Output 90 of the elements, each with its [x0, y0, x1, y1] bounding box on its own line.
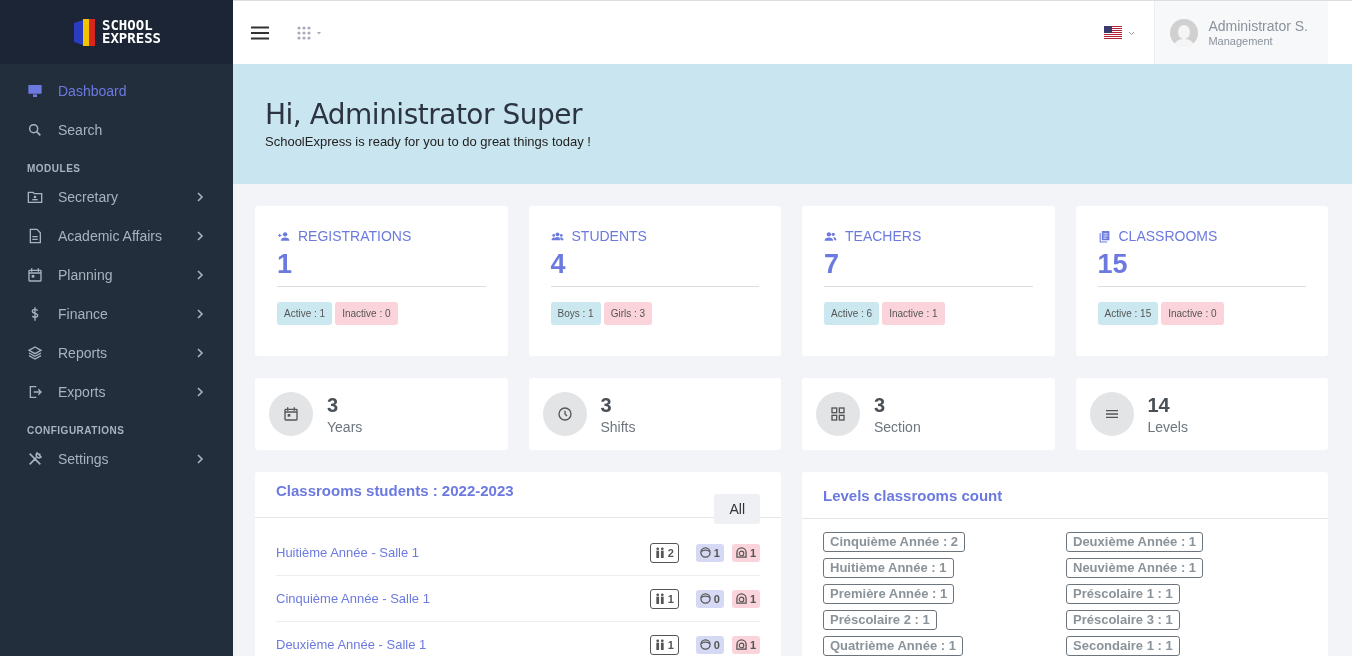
- summary-value: 3: [600, 393, 613, 417]
- level-count-tag: Huitième Année : 1: [823, 558, 954, 578]
- greeting-subtitle: SchoolExpress is ready for you to do great things today !: [265, 134, 592, 149]
- calendar-icon: [27, 266, 43, 283]
- tools-icon: [27, 450, 43, 467]
- level-count-tag: Cinquième Année : 2: [823, 532, 966, 552]
- stat-value: 4: [550, 249, 759, 287]
- count-badge: Inactive : 0: [1161, 302, 1224, 325]
- summary-value: 14: [1147, 393, 1171, 417]
- panel-title: Levels classrooms count: [823, 486, 1003, 504]
- classroom-link[interactable]: Huitième Année - Salle 1: [276, 545, 642, 560]
- level-count-tag: Première Année : 1: [823, 584, 955, 604]
- card-title: CLASSROOMS: [1118, 228, 1218, 244]
- grid-icon: [830, 406, 846, 422]
- people-icon: [824, 229, 837, 243]
- summary-label: Levels: [1147, 418, 1188, 435]
- panel-title: Classrooms students : 2022-2023: [276, 482, 514, 499]
- level-count-tag: Secondaire 1 : 1: [1066, 636, 1180, 656]
- classroom-link[interactable]: Cinquième Année - Salle 1: [276, 591, 642, 606]
- person-plus-icon: [277, 229, 290, 243]
- flag-logo-icon: [72, 17, 98, 47]
- documents-icon: [1097, 229, 1111, 243]
- all-button[interactable]: All: [714, 494, 760, 524]
- boys-count-tag: 0: [695, 589, 724, 608]
- document-icon: [27, 227, 43, 244]
- count-badge: Inactive : 0: [335, 302, 398, 325]
- boy-face-icon: [699, 639, 711, 650]
- girl-face-icon: [735, 593, 747, 604]
- total-count-tag: 1: [649, 634, 679, 655]
- summary-label: Section: [874, 418, 921, 435]
- card-title: REGISTRATIONS: [298, 228, 412, 244]
- sidebar-item[interactable]: Settings: [0, 439, 233, 478]
- level-count-tag: Deuxième Année : 1: [1066, 532, 1204, 552]
- sidebar-item[interactable]: Reports: [0, 333, 233, 372]
- stat-value: 1: [277, 249, 486, 287]
- sidebar-item[interactable]: Finance: [0, 294, 233, 333]
- count-badge: Active : 6: [824, 302, 880, 325]
- summary-value: 3: [874, 393, 887, 417]
- section-heading: CONFIGURATIONS: [26, 424, 126, 438]
- level-count-tag: Préscolaire 3 : 1: [1066, 610, 1180, 630]
- count-badge: Active : 15: [1097, 302, 1159, 325]
- girls-count-tag: 1: [731, 635, 760, 654]
- level-count-tag: Préscolaire 1 : 1: [1066, 584, 1180, 604]
- greeting-title: Hi, Administrator Super: [265, 98, 584, 131]
- count-badge: Girls : 3: [603, 302, 653, 325]
- group-icon: [550, 229, 564, 243]
- girl-face-icon: [735, 639, 747, 650]
- level-count-tag: Neuvième Année : 1: [1066, 558, 1204, 578]
- summary-label: Years: [327, 418, 363, 435]
- boy-face-icon: [699, 547, 711, 558]
- boys-count-tag: 1: [695, 543, 724, 562]
- boy-face-icon: [699, 593, 711, 604]
- level-count-tag: Quatrième Année : 1: [823, 636, 963, 656]
- card-title: TEACHERS: [845, 228, 922, 244]
- search-icon: [27, 121, 43, 138]
- calendar-icon: [283, 406, 299, 422]
- people-icon: [654, 639, 665, 650]
- people-icon: [654, 593, 665, 604]
- logo-text: SCHOOL EXPRESS: [102, 19, 161, 45]
- girl-face-icon: [735, 547, 747, 558]
- stat-value: 7: [824, 249, 1033, 287]
- sidebar-item[interactable]: Exports: [0, 372, 233, 411]
- summary-value: 3: [327, 393, 340, 417]
- sidebar-item[interactable]: Planning: [0, 255, 233, 294]
- card-title: STUDENTS: [571, 228, 647, 244]
- total-count-tag: 1: [649, 588, 679, 609]
- stat-value: 15: [1097, 249, 1306, 287]
- sidebar-item[interactable]: Academic Affairs: [0, 216, 233, 255]
- monitor-icon: [27, 82, 43, 99]
- count-badge: Inactive : 1: [882, 302, 945, 325]
- count-badge: Boys : 1: [550, 302, 601, 325]
- boys-count-tag: 0: [695, 635, 724, 654]
- total-count-tag: 2: [649, 542, 679, 563]
- clock-icon: [556, 406, 573, 422]
- people-icon: [654, 547, 665, 558]
- avatar-icon: [1170, 18, 1199, 47]
- flag-icon[interactable]: [1104, 25, 1135, 40]
- menu-icon[interactable]: [251, 25, 269, 40]
- classroom-link[interactable]: Deuxième Année - Salle 1: [276, 637, 642, 652]
- export-icon: [27, 383, 43, 400]
- section-heading: MODULES: [26, 162, 82, 176]
- sidebar-item[interactable]: Secretary: [0, 177, 233, 216]
- sidebar-item[interactable]: Search: [0, 110, 233, 149]
- level-count-tag: Préscolaire 2 : 1: [823, 610, 937, 630]
- girls-count-tag: 1: [731, 543, 760, 562]
- count-badge: Active : 1: [277, 302, 333, 325]
- summary-label: Shifts: [600, 418, 636, 435]
- girls-count-tag: 1: [731, 589, 760, 608]
- sidebar-item[interactable]: Dashboard: [0, 71, 233, 110]
- layers-icon: [27, 344, 43, 361]
